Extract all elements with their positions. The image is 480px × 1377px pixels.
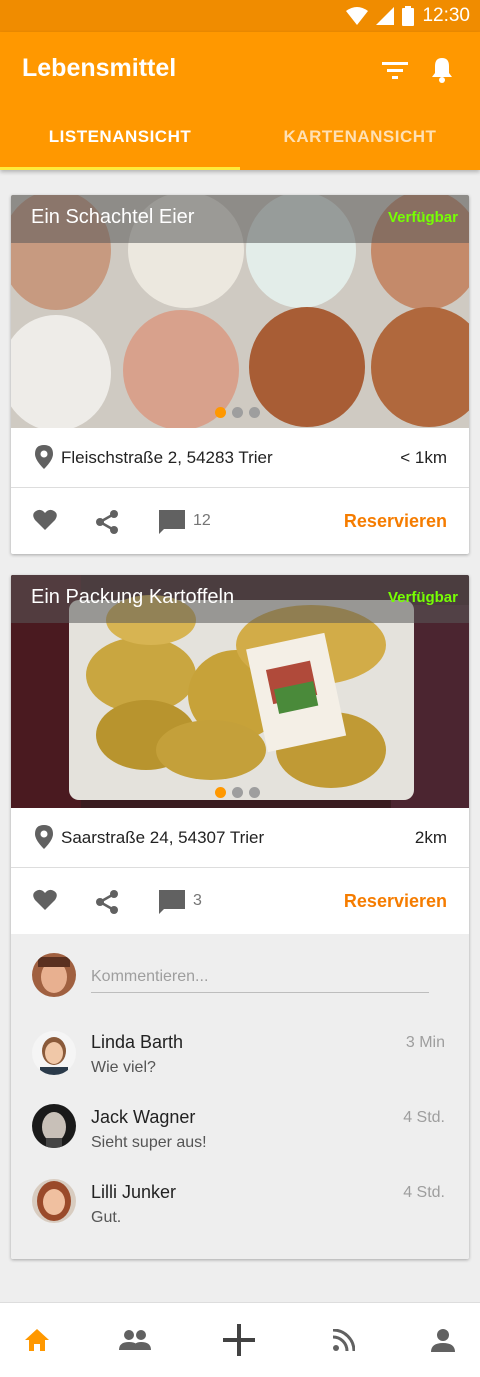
image-pager-dots[interactable] bbox=[215, 787, 260, 798]
heart-icon[interactable] bbox=[33, 889, 57, 911]
avatar[interactable] bbox=[32, 1104, 76, 1148]
potatoes-photo[interactable]: Ein Packung Kartoffeln Verfügbar bbox=[11, 575, 469, 808]
reserve-button[interactable]: Reservieren bbox=[344, 891, 447, 912]
status-icons: 12:30 bbox=[346, 5, 470, 27]
pager-dot[interactable] bbox=[215, 407, 226, 418]
location-row: Saarstraße 24, 54307 Trier 2km bbox=[11, 808, 469, 868]
pager-dot[interactable] bbox=[232, 407, 243, 418]
listing-card[interactable]: Ein Schachtel Eier Verfügbar Fleischstra… bbox=[11, 195, 469, 554]
reserve-button[interactable]: Reservieren bbox=[344, 511, 447, 532]
card-title: Ein Schachtel Eier bbox=[31, 206, 195, 228]
listing-card[interactable]: Ein Packung Kartoffeln Verfügbar Saarstr… bbox=[11, 575, 469, 1259]
comment-author: Linda Barth bbox=[91, 1032, 184, 1052]
distance: < 1km bbox=[400, 448, 447, 467]
page-title: Lebensmittel bbox=[22, 54, 177, 82]
share-icon[interactable] bbox=[95, 509, 119, 535]
avatar bbox=[32, 953, 76, 997]
card-title: Ein Packung Kartoffeln bbox=[31, 586, 235, 608]
distance: 2km bbox=[414, 828, 447, 847]
tab-listenansicht[interactable]: LISTENANSICHT bbox=[0, 104, 240, 170]
pager-dot[interactable] bbox=[249, 787, 260, 798]
comment-text: Gut. bbox=[91, 1209, 122, 1226]
comment-input[interactable] bbox=[91, 961, 429, 993]
comment-text: Wie viel? bbox=[91, 1059, 156, 1076]
comment-time: 3 Min bbox=[405, 1034, 445, 1051]
address: Fleischstraße 2, 54283 Trier bbox=[61, 448, 273, 467]
home-icon[interactable] bbox=[20, 1323, 54, 1357]
profile-icon[interactable] bbox=[426, 1323, 460, 1357]
avatar[interactable] bbox=[32, 1179, 76, 1223]
signal-icon bbox=[376, 7, 395, 25]
comment-icon[interactable] bbox=[158, 889, 186, 915]
comments-section: Linda Barth Wie viel? 3 Min Jack Wagner … bbox=[11, 934, 469, 1259]
image-pager-dots[interactable] bbox=[215, 407, 260, 418]
comment-text: Sieht super aus! bbox=[91, 1134, 207, 1151]
wifi-icon bbox=[346, 7, 369, 25]
filter-icon[interactable] bbox=[381, 56, 409, 84]
action-row: 12 Reservieren bbox=[11, 488, 469, 554]
comment-count: 3 bbox=[193, 892, 202, 909]
pager-dot[interactable] bbox=[215, 787, 226, 798]
comment-time: 4 Std. bbox=[403, 1184, 445, 1201]
add-icon[interactable] bbox=[222, 1323, 256, 1357]
comment-count: 12 bbox=[193, 512, 211, 529]
group-icon[interactable] bbox=[118, 1323, 152, 1357]
bottom-navigation bbox=[0, 1302, 480, 1377]
pager-dot[interactable] bbox=[249, 407, 260, 418]
comment-author: Lilli Junker bbox=[91, 1182, 177, 1202]
heart-icon[interactable] bbox=[33, 509, 57, 531]
bell-icon[interactable] bbox=[428, 56, 456, 84]
location-row: Fleischstraße 2, 54283 Trier < 1km bbox=[11, 428, 469, 488]
pager-dot[interactable] bbox=[232, 787, 243, 798]
battery-icon bbox=[402, 6, 415, 26]
avatar[interactable] bbox=[32, 1031, 76, 1075]
tab-bar: LISTENANSICHT KARTENANSICHT bbox=[0, 104, 480, 170]
app-bar: Lebensmittel LISTENANSICHT KARTENANSICHT bbox=[0, 32, 480, 170]
tab-kartenansicht[interactable]: KARTENANSICHT bbox=[240, 104, 480, 170]
comment-author: Jack Wagner bbox=[91, 1107, 196, 1127]
comment-time: 4 Std. bbox=[403, 1109, 445, 1126]
egg-carton-photo[interactable]: Ein Schachtel Eier Verfügbar bbox=[11, 195, 469, 428]
location-pin-icon bbox=[35, 445, 53, 469]
status-bar: 12:30 bbox=[0, 0, 480, 32]
status-badge: Verfügbar bbox=[387, 589, 458, 606]
feed-icon[interactable] bbox=[327, 1323, 361, 1357]
location-pin-icon bbox=[35, 825, 53, 849]
comment-icon[interactable] bbox=[158, 509, 186, 535]
action-row: 3 Reservieren bbox=[11, 868, 469, 934]
status-time: 12:30 bbox=[422, 5, 470, 26]
status-badge: Verfügbar bbox=[387, 209, 458, 226]
share-icon[interactable] bbox=[95, 889, 119, 915]
address: Saarstraße 24, 54307 Trier bbox=[61, 828, 265, 847]
